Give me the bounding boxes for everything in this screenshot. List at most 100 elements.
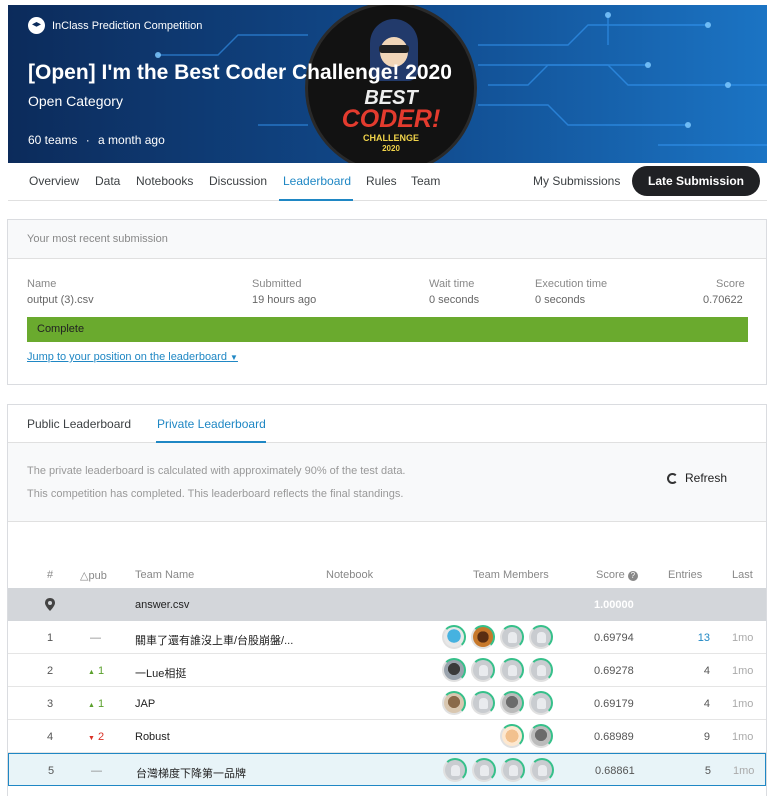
tab-leaderboard[interactable]: Leaderboard — [283, 174, 351, 188]
tab-data[interactable]: Data — [95, 174, 120, 188]
default-avatar-icon — [479, 665, 488, 676]
map-pin-icon — [45, 598, 55, 611]
tab-notebooks[interactable]: Notebooks — [136, 174, 193, 188]
jump-to-position-link[interactable]: Jump to your position on the leaderboard… — [27, 351, 238, 363]
competition-type: InClass Prediction Competition — [28, 17, 202, 34]
logo-line-challenge: CHALLENGE — [363, 133, 419, 143]
delta-value: 1 — [98, 698, 105, 710]
avatar[interactable] — [530, 758, 554, 782]
avatar[interactable] — [529, 625, 553, 649]
caret-down-icon: ▼ — [230, 353, 238, 362]
last-submission: 1mo — [732, 665, 754, 677]
tab-rules[interactable]: Rules — [366, 174, 397, 188]
table-row-own-team[interactable]: 5 — 台灣梯度下降第一品牌 0.68861 5 1mo — [8, 753, 766, 786]
team-members — [440, 658, 558, 682]
score-label: Score — [716, 278, 745, 290]
page-subtitle: Open Category — [28, 93, 123, 109]
table-row-partial — [8, 787, 766, 796]
column-header-delta: △pub — [80, 570, 107, 582]
score-value: 0.70622 — [703, 294, 743, 306]
default-avatar-icon — [451, 765, 460, 776]
last-submission: 1mo — [733, 765, 755, 777]
avatar[interactable] — [472, 758, 496, 782]
default-avatar-icon — [508, 632, 517, 643]
refresh-button[interactable]: Refresh — [667, 471, 727, 485]
avatar[interactable] — [442, 658, 466, 682]
team-members — [440, 625, 558, 649]
jump-link-text: Jump to your position on the leaderboard — [27, 351, 227, 363]
last-submission: 1mo — [732, 632, 754, 644]
team-name[interactable]: 一Lue相挺 — [135, 665, 186, 681]
execution-time-label: Execution time — [535, 278, 608, 290]
tab-overview[interactable]: Overview — [29, 174, 79, 188]
avatar[interactable] — [471, 691, 495, 715]
delta-up: ▲ 1 — [88, 698, 104, 710]
team-name[interactable]: Robust — [135, 731, 170, 743]
avatar[interactable] — [442, 625, 466, 649]
default-avatar-icon — [479, 698, 488, 709]
column-header-rank: # — [47, 569, 54, 581]
score: 0.69794 — [594, 632, 634, 644]
score: 0.68861 — [595, 765, 635, 777]
table-row[interactable]: 4 ▼ 2 Robust 0.68989 9 1mo — [8, 720, 766, 753]
avatar[interactable] — [529, 724, 553, 748]
column-header-team: Team Name — [135, 569, 195, 581]
recent-submission-heading: Your most recent submission — [27, 233, 168, 245]
default-avatar-icon — [537, 698, 546, 709]
column-header-score: Score ? — [596, 569, 638, 581]
avatar[interactable] — [500, 724, 524, 748]
avatar[interactable] — [500, 658, 524, 682]
submitted-label: Submitted — [252, 278, 302, 290]
delta-down: ▼ 2 — [88, 731, 104, 743]
avatar[interactable] — [501, 758, 525, 782]
team-name[interactable]: 關車了還有誰沒上車/台股崩盤/... — [135, 632, 293, 648]
avatar[interactable] — [443, 758, 467, 782]
rank: 5 — [48, 765, 55, 777]
refresh-icon — [667, 472, 678, 484]
tab-team[interactable]: Team — [411, 174, 440, 188]
late-submission-button[interactable]: Late Submission — [632, 166, 760, 196]
benchmark-row: answer.csv 1.00000 — [8, 588, 766, 621]
leaderboard-info: The private leaderboard is calculated wi… — [8, 443, 766, 522]
last-submission: 1mo — [732, 731, 754, 743]
entries[interactable]: 13 — [668, 632, 710, 644]
table-row[interactable]: 3 ▲ 1 JAP 0.69179 4 1mo — [8, 687, 766, 720]
triangle-up-icon: ▲ — [88, 702, 95, 709]
table-row[interactable]: 2 ▲ 1 一Lue相挺 0.69278 4 1mo — [8, 654, 766, 687]
tab-public-leaderboard[interactable]: Public Leaderboard — [27, 417, 131, 431]
benchmark-score: 1.00000 — [594, 599, 634, 611]
rank: 1 — [47, 632, 54, 644]
help-icon[interactable]: ? — [627, 571, 638, 581]
avatar[interactable] — [471, 625, 495, 649]
avatar[interactable] — [500, 625, 524, 649]
column-header-last: Last — [732, 569, 753, 581]
triangle-down-icon: ▼ — [88, 735, 95, 742]
entries[interactable]: 4 — [668, 698, 710, 710]
name-value: output (3).csv — [27, 294, 94, 306]
avatar[interactable] — [442, 691, 466, 715]
entries[interactable]: 9 — [668, 731, 710, 743]
entries[interactable]: 4 — [668, 665, 710, 677]
team-members — [440, 724, 558, 748]
submitted-value: 19 hours ago — [252, 294, 317, 306]
avatar[interactable] — [500, 691, 524, 715]
my-submissions-link[interactable]: My Submissions — [533, 174, 620, 188]
tab-private-leaderboard[interactable]: Private Leaderboard — [157, 417, 266, 431]
logo-line-year: 2020 — [382, 144, 400, 153]
wait-time-label: Wait time — [429, 278, 475, 290]
column-header-members: Team Members — [473, 569, 549, 581]
default-avatar-icon — [480, 765, 489, 776]
recent-submission-header: Your most recent submission — [8, 220, 766, 259]
table-row[interactable]: 1 — 關車了還有誰沒上車/台股崩盤/... 0.69794 13 1mo — [8, 621, 766, 654]
entries[interactable]: 5 — [669, 765, 711, 777]
team-name[interactable]: 台灣梯度下降第一品牌 — [136, 765, 246, 781]
team-name[interactable]: JAP — [135, 698, 155, 710]
avatar[interactable] — [471, 658, 495, 682]
score-header-label: Score — [596, 569, 625, 581]
avatar[interactable] — [529, 658, 553, 682]
triangle-up-icon: ▲ — [88, 669, 95, 676]
default-avatar-icon — [508, 665, 517, 676]
avatar[interactable] — [529, 691, 553, 715]
default-avatar-icon — [509, 765, 518, 776]
tab-discussion[interactable]: Discussion — [209, 174, 267, 188]
